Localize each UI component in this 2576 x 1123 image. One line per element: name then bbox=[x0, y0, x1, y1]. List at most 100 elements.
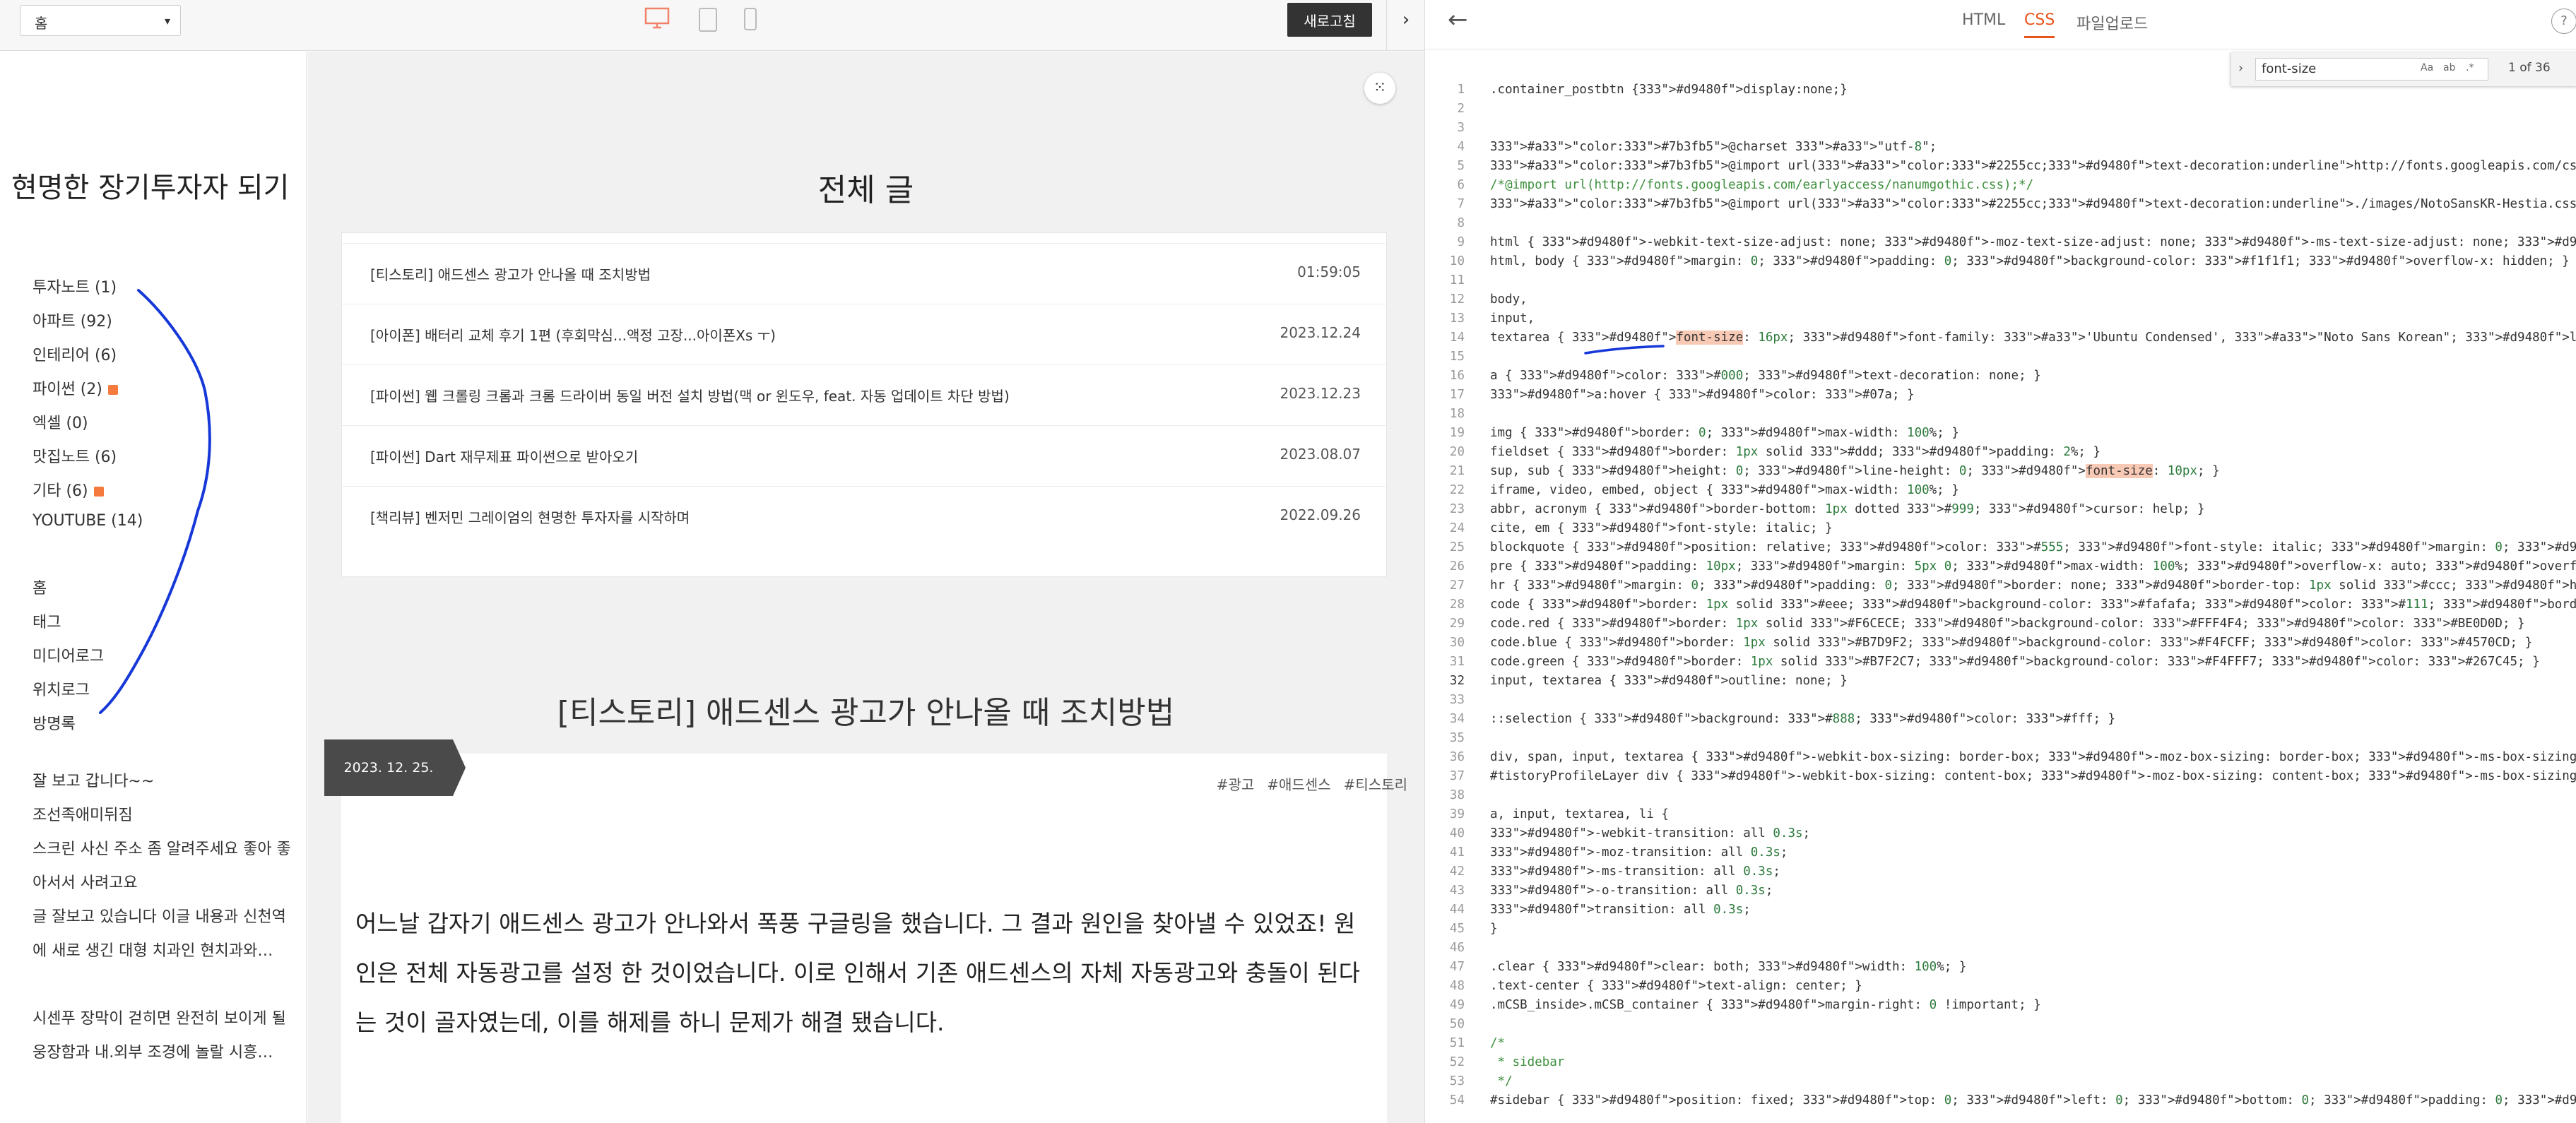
line-number: 9 bbox=[1457, 235, 1465, 249]
code-line: 42 333">#d9480f">-ms-transition: all 0.3s… bbox=[1425, 862, 2576, 881]
comment-item[interactable]: 시센푸 장막이 걷히면 완전히 보이게 될 웅장함과 내.외부 조경에 놀랄 시… bbox=[33, 1002, 294, 1070]
code-line: 33 bbox=[1425, 691, 2576, 710]
more-menu-icon[interactable]: ⁙ bbox=[1364, 73, 1395, 104]
line-code: iframe, video, embed, object { 333">#d94… bbox=[1490, 483, 1959, 497]
tab-html[interactable]: HTML bbox=[1962, 11, 2005, 29]
code-line: 16 a { 333">#d9480f">color: 333">#000; 33… bbox=[1425, 367, 2576, 386]
post-row[interactable]: [파이썬] Dart 재무제표 파이썬으로 받아오기 2023.08.07 bbox=[342, 425, 1388, 486]
line-code: /* bbox=[1490, 1036, 1506, 1050]
page-select-value: 홈 bbox=[35, 15, 48, 32]
help-icon[interactable]: ? bbox=[2551, 8, 2576, 34]
blog-title[interactable]: 현명한 장기투자자 되기 bbox=[11, 165, 289, 206]
tab-file-upload[interactable]: 파일업로드 bbox=[2076, 11, 2148, 34]
line-number: 24 bbox=[1449, 521, 1465, 535]
line-number: 38 bbox=[1449, 788, 1465, 802]
line-code: */ bbox=[1490, 1074, 1513, 1088]
line-code: hr { 333">#d9480f">margin: 0; 333">#d948… bbox=[1490, 578, 2576, 593]
line-number: 44 bbox=[1449, 903, 1465, 917]
code-line: 2 bbox=[1425, 100, 2576, 119]
menu-item[interactable]: 방명록 bbox=[33, 711, 76, 734]
chevron-right-icon[interactable]: › bbox=[2238, 61, 2243, 76]
chevron-down-icon: ▾ bbox=[164, 14, 170, 28]
tag-link[interactable]: #애드센스 bbox=[1267, 776, 1330, 793]
mobile-view-icon[interactable] bbox=[743, 7, 757, 31]
app-window: 홈 ▾ 새로고침 › 현명한 장기투자자 되기 투자노트 (1) 아파트 (92)… bbox=[0, 0, 2576, 1123]
code-line: 38 bbox=[1425, 786, 2576, 805]
category-item[interactable]: 기타 (6) bbox=[33, 478, 104, 501]
category-label: 인테리어 (6) bbox=[33, 347, 117, 364]
comment-item[interactable]: 잘 보고 갑니다~~ bbox=[33, 765, 294, 799]
menu-item[interactable]: 미디어로그 bbox=[33, 643, 104, 666]
category-item[interactable]: 아파트 (92) bbox=[33, 309, 112, 331]
comment-item[interactable]: 조선족애미뒤짐 bbox=[33, 799, 294, 833]
line-number: 1 bbox=[1457, 83, 1465, 97]
tag-link[interactable]: #티스토리 bbox=[1344, 776, 1407, 793]
category-label: 엑셀 (0) bbox=[33, 415, 88, 432]
post-list: [티스토리] 애드센스 광고가 안나올 때 조치방법 01:59:05 [아이폰] … bbox=[341, 232, 1388, 577]
post-row[interactable]: [티스토리] 애드센스 광고가 안나올 때 조치방법 01:59:05 bbox=[342, 243, 1388, 304]
tablet-view-icon[interactable] bbox=[698, 7, 718, 32]
category-item[interactable]: 엑셀 (0) bbox=[33, 410, 88, 433]
list-heading: 전체 글 bbox=[817, 172, 914, 208]
line-number: 37 bbox=[1449, 769, 1465, 783]
post-title: [티스토리] 애드센스 광고가 안나올 때 조치방법 bbox=[370, 266, 651, 283]
post-row[interactable]: [파이썬] 웹 크롤링 크롬과 크롬 드라이버 동일 버전 설치 방법(맥 or… bbox=[342, 364, 1388, 425]
desktop-view-icon[interactable] bbox=[644, 7, 670, 30]
category-item[interactable]: YOUTUBE (14) bbox=[33, 512, 143, 530]
post-row[interactable]: [아이폰] 배터리 교체 후기 1편 (후회막심...액정 고장...아이폰Xs… bbox=[342, 304, 1388, 364]
comment-item[interactable]: 스크린 사신 주소 좀 알려주세요 좋아 좋아서서 사려고요 bbox=[33, 833, 294, 901]
new-badge-icon bbox=[93, 487, 104, 497]
category-item[interactable]: 투자노트 (1) bbox=[33, 275, 117, 297]
code-line: 24 cite, em { 333">#d9480f">font-style: i… bbox=[1425, 519, 2576, 538]
post-row[interactable]: [책리뷰] 벤저민 그레이엄의 현명한 투자자를 시작하며 2022.09.26 bbox=[342, 486, 1388, 547]
line-number: 42 bbox=[1449, 864, 1465, 879]
line-number: 32 bbox=[1449, 674, 1465, 688]
match-case-toggle[interactable]: Aa bbox=[2421, 62, 2433, 73]
line-number: 10 bbox=[1449, 254, 1465, 268]
line-number: 25 bbox=[1449, 540, 1465, 554]
line-number: 11 bbox=[1449, 273, 1465, 287]
line-number: 54 bbox=[1449, 1093, 1465, 1107]
line-code: .text-center { 333">#d9480f">text-align:… bbox=[1490, 979, 1862, 993]
regex-toggle[interactable]: .* bbox=[2466, 62, 2474, 73]
comment-item[interactable]: 글 잘보고 있습니다 이글 내용과 신천역에 새로 생긴 대형 치과인 현치과와… bbox=[33, 901, 294, 968]
line-number: 13 bbox=[1449, 311, 1465, 326]
code-line: 35 bbox=[1425, 729, 2576, 748]
menu-item[interactable]: 홈 bbox=[33, 576, 47, 598]
page-select[interactable]: 홈 ▾ bbox=[20, 5, 181, 36]
chevron-right-icon[interactable]: › bbox=[1396, 7, 1416, 32]
back-arrow-icon[interactable]: ← bbox=[1448, 6, 1468, 34]
category-item[interactable]: 인테리어 (6) bbox=[33, 343, 117, 365]
code-line: 27 hr { 333">#d9480f">margin: 0; 333">#d9… bbox=[1425, 576, 2576, 595]
line-code: input, bbox=[1490, 311, 1535, 326]
code-line: 20 fieldset { 333">#d9480f">border: 1px s… bbox=[1425, 443, 2576, 462]
code-line: 49 .mCSB_inside>.mCSB_container { 333">#d… bbox=[1425, 996, 2576, 1015]
category-item[interactable]: 파이썬 (2) bbox=[33, 376, 118, 399]
line-number: 7 bbox=[1457, 197, 1465, 211]
line-code: } bbox=[1490, 922, 1498, 936]
article-date: 2023. 12. 25. 01:59 bbox=[324, 739, 466, 832]
code-line: 45} bbox=[1425, 920, 2576, 939]
code-line: 43 333">#d9480f">-o-transition: all 0.3s; bbox=[1425, 881, 2576, 901]
article-title[interactable]: [티스토리] 애드센스 광고가 안나올 때 조치방법 bbox=[307, 687, 1424, 732]
code-line: 37 #tistoryProfileLayer div { 333">#d9480… bbox=[1425, 767, 2576, 786]
whole-word-toggle[interactable]: ab bbox=[2443, 62, 2455, 73]
code-line: 12 body, bbox=[1425, 290, 2576, 309]
tab-css[interactable]: CSS bbox=[2024, 11, 2055, 38]
code-line: 10 html, body { 333">#d9480f">margin: 0; … bbox=[1425, 252, 2576, 271]
code-line: 5 333">#a33">"color:333">#7b3fb5">@import… bbox=[1425, 157, 2576, 176]
menu-item[interactable]: 태그 bbox=[33, 610, 61, 632]
menu-item[interactable]: 위치로그 bbox=[33, 677, 90, 700]
new-badge-icon bbox=[107, 385, 118, 395]
line-number: 18 bbox=[1449, 407, 1465, 421]
post-date: 2023.12.23 bbox=[1280, 385, 1361, 402]
find-widget: › font-size Aa ab .* 1 of 36 bbox=[2231, 52, 2576, 86]
code-line: 17 333">#d9480f">a:hover { 333">#d9480f">… bbox=[1425, 386, 2576, 405]
code-line: 31 code.green { 333">#d9480f">border: 1px… bbox=[1425, 653, 2576, 672]
line-code: a { 333">#d9480f">color: 333">#000; 333"… bbox=[1490, 369, 2041, 383]
category-item[interactable]: 맛집노트 (6) bbox=[33, 444, 117, 467]
line-code: 333">#d9480f">-moz-transition: all 0.3s; bbox=[1490, 845, 1788, 860]
tag-link[interactable]: #광고 bbox=[1217, 776, 1255, 793]
line-number: 34 bbox=[1449, 712, 1465, 726]
refresh-button[interactable]: 새로고침 bbox=[1287, 3, 1372, 37]
